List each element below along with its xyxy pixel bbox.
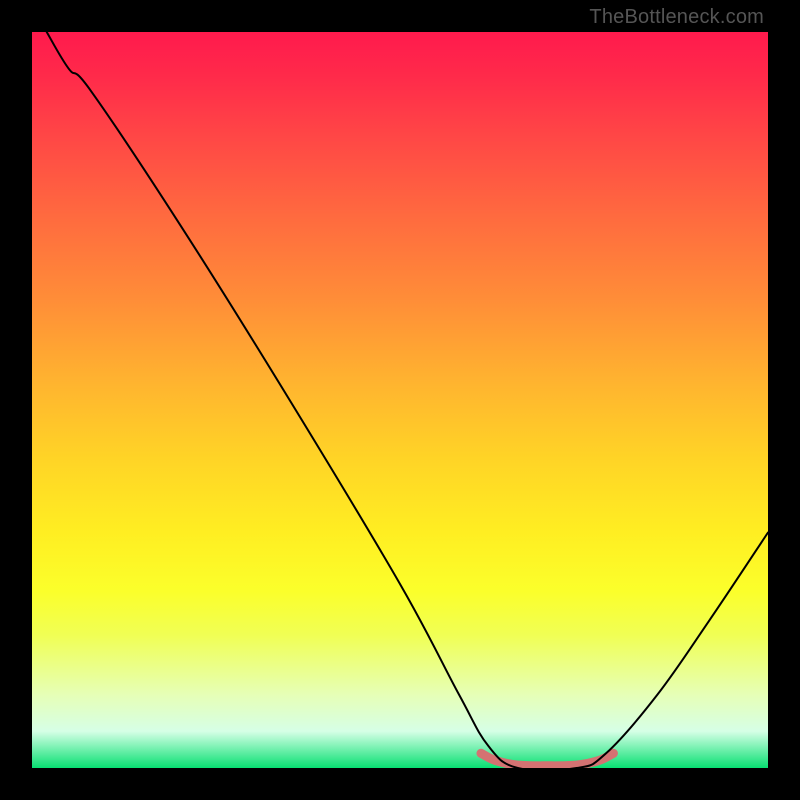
chart-frame: TheBottleneck.com [0, 0, 800, 800]
watermark-text: TheBottleneck.com [589, 6, 764, 29]
plot-background-gradient [32, 32, 768, 768]
